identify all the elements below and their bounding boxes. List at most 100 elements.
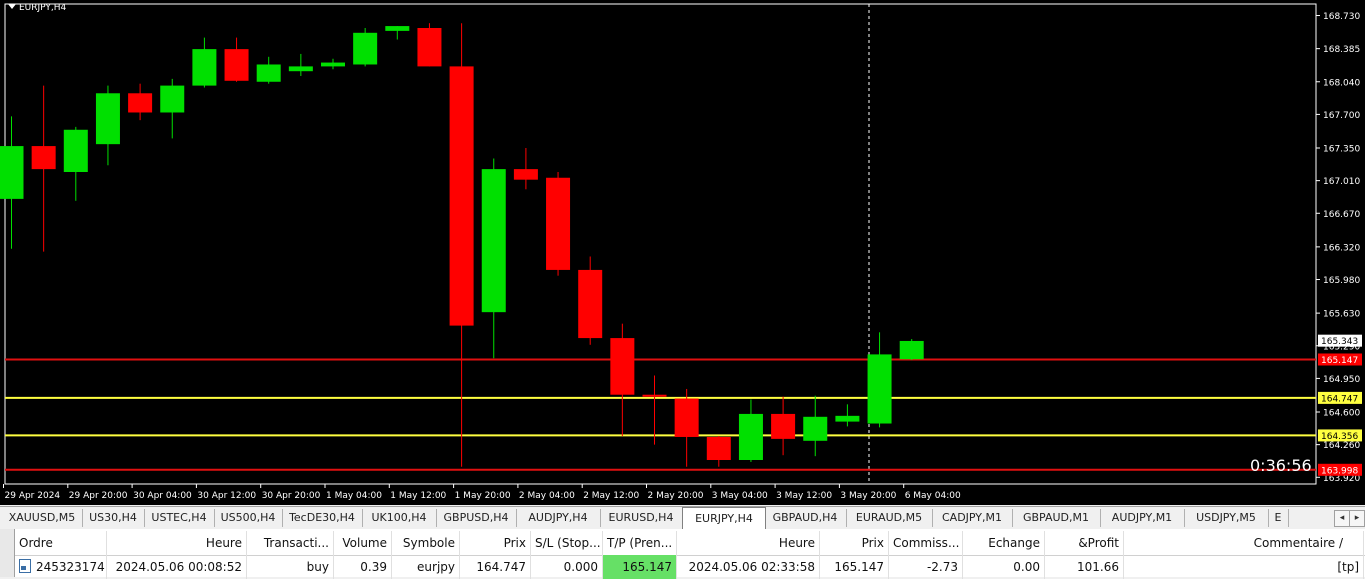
candlestick-chart-svg[interactable]: 168.730 168.385 168.040 167.700 167.350 167.0…: [0, 0, 1365, 505]
time-tick-label: 29 Apr 20:00: [69, 491, 128, 501]
price-tick-label: 165.980: [1323, 276, 1360, 286]
table-row[interactable]: 245323174 2024.05.06 00:08:52 buy 0.39 eurjp…: [15, 555, 1365, 579]
chart-symbol-text: EURJPY,H4: [19, 3, 67, 13]
table-cell: [tp]: [1124, 555, 1364, 579]
chart-tab-bar: XAUUSD,M5 US30,H4 USTEC,H4 US500,H4 TecDE30,…: [0, 506, 1365, 530]
terminal-side-label[interactable]: nal: [0, 529, 15, 577]
chart-tab[interactable]: XAUUSD,M5: [2, 509, 83, 527]
candle-body[interactable]: [224, 49, 249, 81]
price-tick-label: 167.350: [1323, 145, 1360, 155]
candle-body[interactable]: [835, 415, 860, 422]
chart-tab[interactable]: USTEC,H4: [144, 509, 215, 527]
candle-body[interactable]: [513, 169, 538, 180]
price-tick-label: 167.700: [1323, 111, 1360, 121]
tab-scroll-left-button[interactable]: ◂: [1334, 510, 1350, 527]
candle-body[interactable]: [0, 146, 24, 199]
column-header[interactable]: Transacti...: [247, 531, 334, 555]
time-tick-label: 29 Apr 2024: [5, 491, 61, 501]
chart-tab[interactable]: TecDE30,H4: [282, 509, 363, 527]
time-tick-label: 1 May 04:00: [326, 491, 382, 501]
chart-tab[interactable]: CADJPY,M1: [932, 509, 1013, 527]
time-tick-label: 6 May 04:00: [905, 491, 961, 501]
candle-body[interactable]: [192, 49, 217, 86]
table-cell: 164.747: [460, 555, 531, 579]
column-header[interactable]: Commentaire /: [1124, 531, 1364, 555]
candle-body[interactable]: [321, 62, 345, 67]
price-tick-label: 168.040: [1323, 78, 1360, 88]
chart-tab[interactable]: US30,H4: [82, 509, 145, 527]
candle-body[interactable]: [642, 394, 667, 397]
candle-body[interactable]: [353, 32, 378, 65]
chart-tab[interactable]: GBPAUD,H4: [764, 509, 847, 527]
time-tick-label: 2 May 04:00: [519, 491, 575, 501]
price-tick-label: 165.630: [1323, 310, 1360, 320]
time-tick-label: 30 Apr 20:00: [262, 491, 321, 501]
candle-countdown-timer: 0:36:56: [1250, 456, 1312, 475]
candle-body[interactable]: [867, 354, 892, 424]
column-header[interactable]: Commiss...: [889, 531, 963, 555]
candle-body[interactable]: [417, 28, 442, 67]
column-header[interactable]: Prix: [820, 531, 889, 555]
column-header[interactable]: Symbole: [392, 531, 460, 555]
chart-tab[interactable]: AUDJPY,H4: [516, 509, 601, 527]
price-tick-label: 168.730: [1323, 12, 1360, 22]
chart-tab[interactable]: EURUSD,H4: [600, 509, 683, 527]
time-tick-label: 3 May 12:00: [776, 491, 832, 501]
column-header[interactable]: Prix: [460, 531, 531, 555]
candle-body[interactable]: [899, 340, 924, 360]
candle-body[interactable]: [481, 169, 506, 313]
chart-tab[interactable]: USDJPY,M5: [1184, 509, 1269, 527]
candle-body[interactable]: [160, 85, 185, 113]
table-cell: 165.147: [820, 555, 889, 579]
price-tick-label: 168.385: [1323, 45, 1360, 55]
column-header[interactable]: Echange: [963, 531, 1045, 555]
candle-body[interactable]: [385, 26, 410, 31]
chart-tab[interactable]: GBPAUD,M1: [1012, 509, 1101, 527]
price-tag-label: 164.747: [1321, 394, 1358, 404]
candle-body[interactable]: [610, 338, 635, 395]
chart-tab[interactable]: E: [1268, 509, 1289, 527]
candle-body[interactable]: [546, 177, 571, 270]
price-chart[interactable]: 168.730 168.385 168.040 167.700 167.350 167.0…: [0, 0, 1365, 505]
price-tag-label: 164.356: [1321, 432, 1358, 442]
time-tick-label: 2 May 12:00: [583, 491, 639, 501]
dropdown-triangle-icon[interactable]: [8, 4, 16, 9]
column-header[interactable]: Heure: [677, 531, 820, 555]
candle-body[interactable]: [288, 66, 313, 72]
candle-body[interactable]: [771, 413, 796, 439]
time-tick-label: 30 Apr 04:00: [133, 491, 192, 501]
price-tick-label: 166.320: [1323, 243, 1360, 253]
column-header[interactable]: S/L (Stop...: [531, 531, 603, 555]
column-header[interactable]: Volume: [334, 531, 392, 555]
candle-body[interactable]: [674, 398, 699, 437]
candle-body[interactable]: [449, 66, 474, 326]
chart-tab[interactable]: AUDJPY,M1: [1100, 509, 1185, 527]
column-header[interactable]: T/P (Pren...: [603, 531, 677, 555]
column-header[interactable]: Ordre: [15, 531, 107, 555]
price-tag-label: 163.998: [1321, 466, 1358, 476]
candle-body[interactable]: [578, 269, 603, 339]
chart-tab[interactable]: EURJPY,H4: [682, 507, 766, 529]
chart-tab[interactable]: GBPUSD,H4: [436, 509, 517, 527]
column-header[interactable]: Heure: [107, 531, 247, 555]
time-tick-label: 3 May 20:00: [840, 491, 896, 501]
candle-body[interactable]: [31, 146, 56, 170]
table-header-row: Ordre Heure Transacti... Volume Symbole Prix S…: [15, 531, 1365, 556]
time-tick-label: 2 May 20:00: [648, 491, 704, 501]
time-tick-label: 1 May 20:00: [455, 491, 511, 501]
candle-body[interactable]: [63, 129, 88, 172]
table-cell: buy: [247, 555, 334, 579]
candle-body[interactable]: [95, 93, 120, 145]
chart-tab[interactable]: UK100,H4: [362, 509, 437, 527]
tab-scroll-right-button[interactable]: ▸: [1349, 510, 1365, 527]
chart-tab[interactable]: US500,H4: [214, 509, 283, 527]
candle-body[interactable]: [738, 413, 763, 460]
chart-tab[interactable]: EURAUD,M5: [846, 509, 933, 527]
candle-body[interactable]: [803, 416, 828, 441]
column-header[interactable]: &Profit: [1045, 531, 1124, 555]
table-cell: 165.147: [603, 555, 677, 579]
price-tick-label: 164.260: [1323, 441, 1360, 451]
candle-body[interactable]: [706, 436, 731, 460]
candle-body[interactable]: [256, 64, 281, 82]
candle-body[interactable]: [128, 93, 153, 113]
